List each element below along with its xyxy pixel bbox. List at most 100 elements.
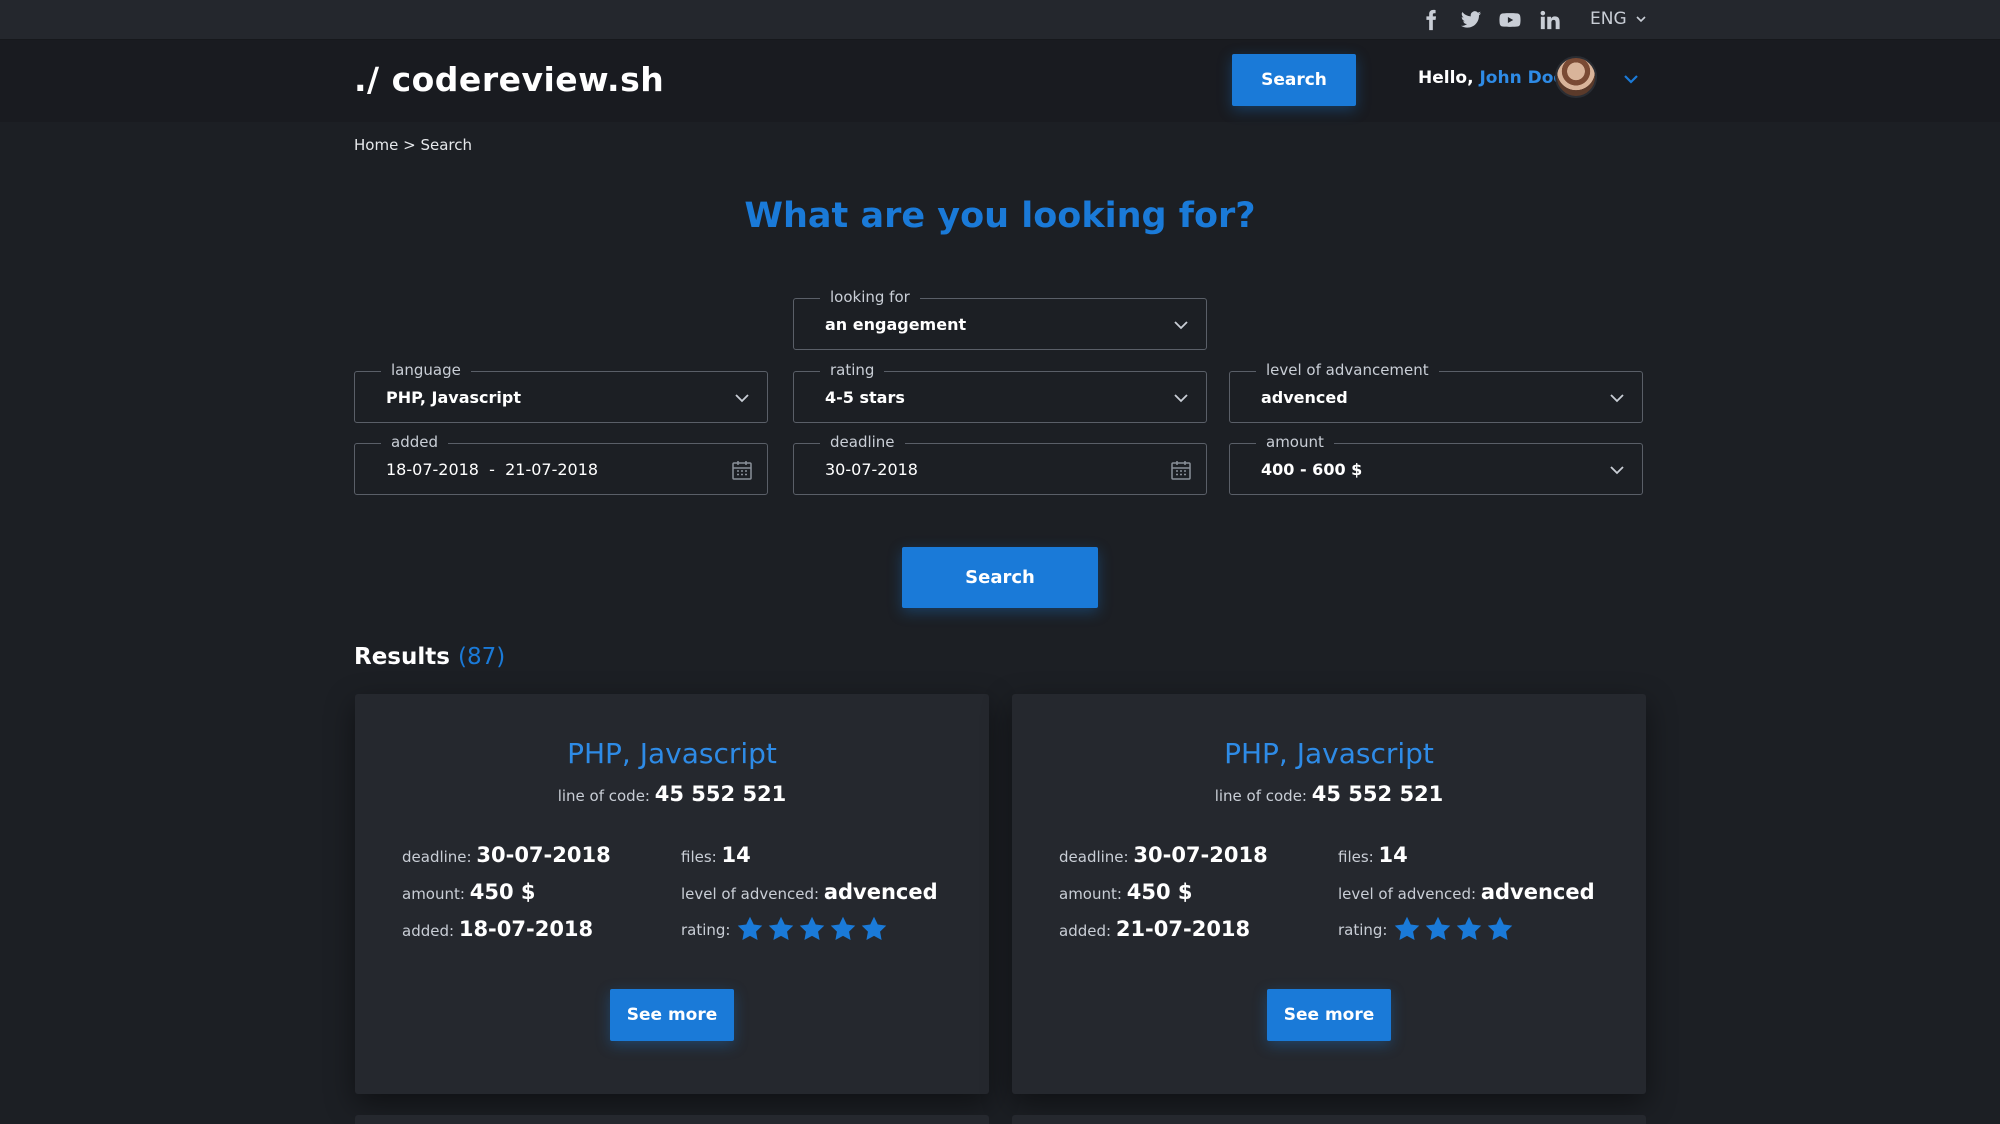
facebook-icon[interactable] — [1417, 8, 1445, 32]
calendar-icon[interactable] — [1170, 459, 1192, 481]
result-card: PHP, Javascript line of code: 45 552 521… — [355, 694, 989, 1094]
language-label: ENG — [1590, 9, 1627, 29]
looking-for-select[interactable]: looking for an engagement — [793, 288, 1207, 350]
added-value: 21-07-2018 — [1115, 917, 1251, 941]
added-label: added: — [1059, 922, 1112, 940]
amount-label: amount: — [1059, 885, 1122, 903]
chevron-down-icon — [735, 394, 749, 403]
files-label: files: — [681, 848, 717, 866]
avatar[interactable] — [1555, 56, 1597, 98]
card-title[interactable]: PHP, Javascript — [355, 737, 989, 770]
see-more-button[interactable]: See more — [1267, 989, 1391, 1041]
card-rating: rating: — [681, 921, 731, 939]
files-label: files: — [1338, 848, 1374, 866]
see-more-button[interactable]: See more — [610, 989, 734, 1041]
level-value: advenced — [1480, 880, 1595, 904]
card-deadline: deadline: 30-07-2018 — [402, 843, 611, 867]
field-label: deadline — [820, 433, 905, 451]
level-label: level of advenced: — [1338, 885, 1477, 903]
language-selector[interactable]: ENG — [1590, 9, 1647, 29]
username-link[interactable]: John Doe — [1479, 68, 1564, 88]
results-count: (87) — [457, 644, 506, 670]
deadline-label: deadline: — [1059, 848, 1129, 866]
result-card — [355, 1115, 989, 1124]
star-icon — [1425, 916, 1451, 940]
chevron-down-icon — [1610, 394, 1624, 403]
breadcrumb-current: Search — [420, 136, 472, 154]
deadline-date[interactable]: deadline 30-07-2018 — [793, 433, 1207, 495]
loc-value: 45 552 521 — [654, 782, 787, 806]
card-title[interactable]: PHP, Javascript — [1012, 737, 1646, 770]
card-files: files: 14 — [1338, 843, 1408, 867]
star-icon — [768, 916, 794, 940]
field-label: added — [381, 433, 448, 451]
results-heading: Results (87) — [354, 644, 505, 670]
files-value: 14 — [1378, 843, 1408, 867]
field-value: 400 - 600 $ — [1261, 460, 1363, 479]
rating-label: rating: — [681, 921, 731, 939]
result-card — [1012, 1115, 1646, 1124]
loc-label: line of code: — [1214, 787, 1307, 805]
amount-select[interactable]: amount 400 - 600 $ — [1229, 433, 1643, 495]
added-date-range[interactable]: added 18-07-2018 - 21-07-2018 — [354, 433, 768, 495]
deadline-value: 30-07-2018 — [1133, 843, 1268, 867]
rating-stars — [736, 915, 888, 943]
chevron-down-icon[interactable] — [1622, 70, 1640, 88]
star-icon — [1487, 916, 1513, 940]
star-icon — [830, 916, 856, 940]
breadcrumb-home[interactable]: Home — [354, 136, 398, 154]
level-label: level of advenced: — [681, 885, 820, 903]
breadcrumb: Home > Search — [354, 136, 472, 154]
card-added: added: 21-07-2018 — [1059, 917, 1250, 941]
files-value: 14 — [721, 843, 751, 867]
added-value: 18-07-2018 — [458, 917, 594, 941]
amount-label: amount: — [402, 885, 465, 903]
field-label: looking for — [820, 288, 920, 306]
field-label: level of advancement — [1256, 361, 1439, 379]
user-greeting: Hello, John Doe — [1418, 68, 1565, 88]
amount-value: 450 $ — [1126, 880, 1193, 904]
card-amount: amount: 450 $ — [402, 880, 535, 904]
chevron-down-icon — [1174, 321, 1188, 330]
social-bar: ENG — [0, 0, 2000, 40]
field-value: 4-5 stars — [825, 388, 905, 407]
level-value: advenced — [823, 880, 938, 904]
card-level: level of advenced: advenced — [681, 880, 938, 904]
card-loc: line of code: 45 552 521 — [1012, 782, 1646, 806]
level-select[interactable]: level of advancement advenced — [1229, 361, 1643, 423]
added-label: added: — [402, 922, 455, 940]
rating-select[interactable]: rating 4-5 stars — [793, 361, 1207, 423]
rating-stars — [1393, 915, 1514, 943]
breadcrumb-separator: > — [403, 136, 416, 154]
twitter-icon[interactable] — [1457, 8, 1485, 32]
star-icon — [861, 916, 887, 940]
card-added: added: 18-07-2018 — [402, 917, 593, 941]
deadline-label: deadline: — [402, 848, 472, 866]
loc-value: 45 552 521 — [1311, 782, 1444, 806]
chevron-down-icon — [1610, 466, 1624, 475]
logo[interactable]: ./ codereview.sh — [354, 60, 664, 99]
star-icon — [1456, 916, 1482, 940]
card-level: level of advenced: advenced — [1338, 880, 1595, 904]
star-icon — [799, 916, 825, 940]
field-label: amount — [1256, 433, 1334, 451]
card-amount: amount: 450 $ — [1059, 880, 1192, 904]
star-icon — [737, 916, 763, 940]
field-value: PHP, Javascript — [386, 388, 522, 407]
language-select[interactable]: language PHP, Javascript — [354, 361, 768, 423]
field-value: an engagement — [825, 315, 967, 334]
field-value: 18-07-2018 - 21-07-2018 — [386, 460, 599, 479]
header-search-button[interactable]: Search — [1232, 54, 1356, 106]
field-label: rating — [820, 361, 885, 379]
field-label: language — [381, 361, 471, 379]
youtube-icon[interactable] — [1496, 8, 1524, 32]
linkedin-icon[interactable] — [1536, 8, 1564, 32]
search-button[interactable]: Search — [902, 547, 1098, 608]
amount-value: 450 $ — [469, 880, 536, 904]
result-card: PHP, Javascript line of code: 45 552 521… — [1012, 694, 1646, 1094]
chevron-down-icon — [1174, 394, 1188, 403]
card-deadline: deadline: 30-07-2018 — [1059, 843, 1268, 867]
greeting-text: Hello, — [1418, 68, 1474, 88]
calendar-icon[interactable] — [731, 459, 753, 481]
field-value: advenced — [1261, 388, 1348, 407]
